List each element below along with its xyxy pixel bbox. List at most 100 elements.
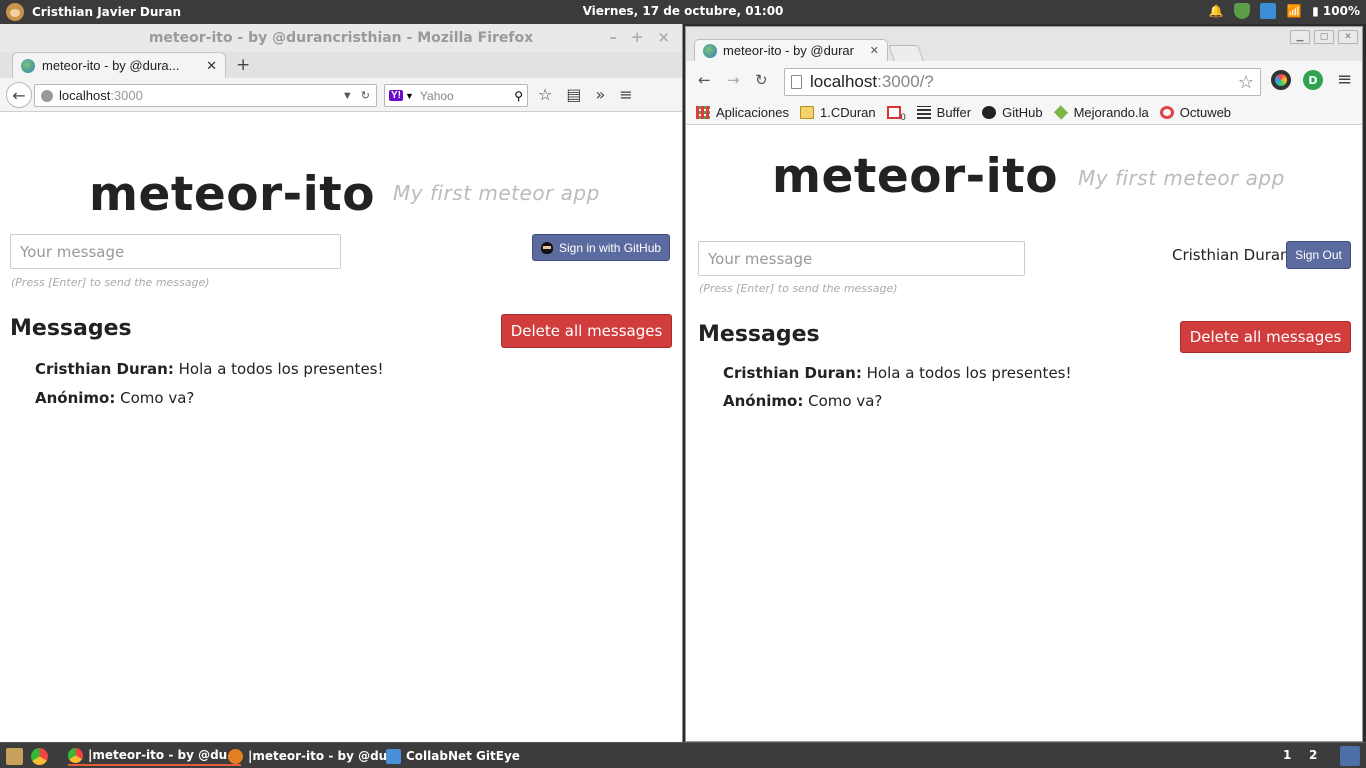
forward-icon[interactable]: → xyxy=(727,71,740,89)
firefox-tab[interactable]: meteor-ito - by @dura... ✕ xyxy=(12,52,226,78)
firefox-url-bar[interactable]: localhost :3000 ▼ ↻ xyxy=(34,84,377,107)
message-author: Anónimo: xyxy=(723,392,804,410)
reading-list-icon[interactable]: ▤ xyxy=(566,85,581,104)
globe-icon xyxy=(703,43,717,58)
enter-hint: (Press [Enter] to send the message) xyxy=(11,276,210,289)
sign-in-github-button[interactable]: Sign in with GitHub xyxy=(532,234,671,261)
firefox-window: meteor-ito - by @durancristhian - Mozill… xyxy=(0,24,683,742)
workspace-1[interactable]: 1 xyxy=(1283,748,1291,762)
bookmark-mejorando[interactable]: Mejorando.la xyxy=(1053,105,1149,120)
bookmark-github[interactable]: GitHub xyxy=(982,105,1043,120)
site-identity-icon[interactable] xyxy=(41,89,53,102)
bookmark-octuweb[interactable]: Octuweb xyxy=(1159,105,1231,120)
firefox-window-title: meteor-ito - by @durancristhian - Mozill… xyxy=(148,30,534,46)
dropdown-arrow-icon[interactable]: ▼ xyxy=(342,90,353,102)
octuweb-icon xyxy=(1159,106,1174,119)
bookmark-buffer[interactable]: Buffer xyxy=(916,105,972,120)
url-host: localhost xyxy=(810,72,878,91)
delete-all-messages-button[interactable]: Delete all messages xyxy=(501,314,672,348)
user-name: Cristhian Javier Duran xyxy=(32,5,181,19)
bottom-panel: |meteor-ito - by @du... |meteor-ito - by… xyxy=(0,742,1366,768)
close-tab-icon[interactable]: ✕ xyxy=(206,58,217,74)
search-icon[interactable]: ⚲ xyxy=(514,89,523,103)
message-input[interactable] xyxy=(10,234,341,269)
bookmark-gmail[interactable]: 0 xyxy=(886,104,906,122)
system-tray: 🔔 📶 ▮ 100% xyxy=(1208,3,1360,19)
page-icon[interactable] xyxy=(791,75,802,89)
wifi-icon[interactable]: 📶 xyxy=(1286,3,1302,19)
chrome-tab-title: meteor-ito - by @durar xyxy=(723,43,854,58)
maximize-icon[interactable]: + xyxy=(631,28,644,46)
bookmark-label: 1.CDuran xyxy=(820,105,876,120)
firefox-titlebar[interactable]: meteor-ito - by @durancristhian - Mozill… xyxy=(0,24,682,52)
yahoo-icon[interactable]: Y! xyxy=(389,90,403,101)
chrome-tab[interactable]: meteor-ito - by @durar ✕ xyxy=(694,39,888,61)
delete-all-messages-button[interactable]: Delete all messages xyxy=(1180,321,1351,353)
taskbar-item-chrome[interactable]: |meteor-ito - by @du... xyxy=(68,746,241,766)
message-item: Anónimo: Como va? xyxy=(35,389,194,407)
taskbar-item-firefox[interactable]: |meteor-ito - by @du... xyxy=(228,746,401,766)
app-title: meteor-ito xyxy=(772,149,1059,204)
battery-indicator[interactable]: ▮ 100% xyxy=(1312,4,1360,18)
user-avatar-icon xyxy=(6,3,24,21)
url-host: localhost xyxy=(59,88,111,103)
minimize-icon[interactable]: ▁ xyxy=(1290,30,1310,44)
clock[interactable]: Viernes, 17 de octubre, 01:00 xyxy=(0,4,1366,18)
reload-icon[interactable]: ↻ xyxy=(755,71,768,89)
close-icon[interactable]: × xyxy=(657,28,670,46)
close-icon[interactable]: ✕ xyxy=(1338,30,1358,44)
chrome-launcher-icon[interactable] xyxy=(31,748,48,765)
chrome-omnibox[interactable]: localhost :3000/? ☆ xyxy=(784,68,1261,96)
gmail-icon xyxy=(886,106,901,119)
reload-icon[interactable]: ↻ xyxy=(361,89,370,102)
message-input[interactable] xyxy=(698,241,1025,276)
idonethis-extension-icon[interactable]: D xyxy=(1303,70,1323,90)
dropbox-icon[interactable] xyxy=(1260,3,1277,19)
messages-heading: Messages xyxy=(10,316,132,341)
bookmark-label: GitHub xyxy=(1002,105,1043,120)
firefox-search-box[interactable]: Y! ▼ Yahoo ⚲ xyxy=(384,84,528,107)
hamburger-menu-icon[interactable]: ≡ xyxy=(1337,69,1352,90)
search-placeholder: Yahoo xyxy=(419,88,454,103)
firefox-page-content: meteor-ito My first meteor app (Press [E… xyxy=(0,146,682,742)
chrome-page-content: meteor-ito My first meteor app (Press [E… xyxy=(686,125,1362,741)
chrome-navbar: ← → ↻ localhost :3000/? ☆ D ≡ xyxy=(686,61,1362,101)
bookmark-1cduran[interactable]: 1.CDuran xyxy=(800,105,876,120)
bookmark-star-icon[interactable]: ☆ xyxy=(1238,72,1254,93)
maximize-icon[interactable]: ▢ xyxy=(1314,30,1334,44)
message-text: Hola a todos los presentes! xyxy=(178,360,384,378)
firefox-navbar: ← localhost :3000 ▼ ↻ Y! ▼ Yahoo ⚲ ☆ ▤ »… xyxy=(0,78,682,112)
apps-icon xyxy=(696,106,710,119)
color-picker-extension-icon[interactable] xyxy=(1271,70,1291,90)
chrome-icon xyxy=(68,747,83,763)
back-icon[interactable]: ← xyxy=(698,71,711,89)
notification-bell-icon[interactable]: 🔔 xyxy=(1208,3,1224,19)
shield-icon[interactable] xyxy=(1234,3,1251,19)
back-icon[interactable]: ← xyxy=(6,82,32,108)
hamburger-menu-icon[interactable]: ≡ xyxy=(619,85,632,104)
new-tab-button[interactable] xyxy=(888,45,924,61)
message-author: Anónimo: xyxy=(35,389,116,407)
github-icon xyxy=(982,106,997,119)
search-engine-dropdown-icon[interactable]: ▼ xyxy=(405,91,414,101)
user-menu[interactable]: Cristhian Javier Duran xyxy=(6,3,181,21)
app-subtitle: My first meteor app xyxy=(1078,166,1285,190)
minimize-icon[interactable]: – xyxy=(609,28,617,46)
taskbar-item-label: |meteor-ito - by @du... xyxy=(248,749,401,763)
bookmarks-bar: Aplicaciones 1.CDuran 0 Buffer GitHub Me… xyxy=(686,101,1362,125)
trash-icon[interactable] xyxy=(1340,746,1360,766)
signed-in-user: Cristhian Duran xyxy=(1172,246,1290,264)
folder-icon xyxy=(800,106,814,119)
workspace-2[interactable]: 2 xyxy=(1309,748,1317,762)
close-tab-icon[interactable]: ✕ xyxy=(870,44,879,57)
bookmark-aplicaciones[interactable]: Aplicaciones xyxy=(696,105,789,120)
enter-hint: (Press [Enter] to send the message) xyxy=(699,282,898,295)
sign-out-button[interactable]: Sign Out xyxy=(1286,241,1351,269)
taskbar-item-giteye[interactable]: CollabNet GitEye xyxy=(386,746,520,766)
new-tab-icon[interactable]: + xyxy=(236,55,250,75)
bookmark-star-icon[interactable]: ☆ xyxy=(538,85,552,104)
globe-icon xyxy=(21,58,35,73)
files-launcher-icon[interactable] xyxy=(6,748,23,765)
bookmark-label: Buffer xyxy=(936,105,972,120)
overflow-chevron-icon[interactable]: » xyxy=(595,85,605,104)
